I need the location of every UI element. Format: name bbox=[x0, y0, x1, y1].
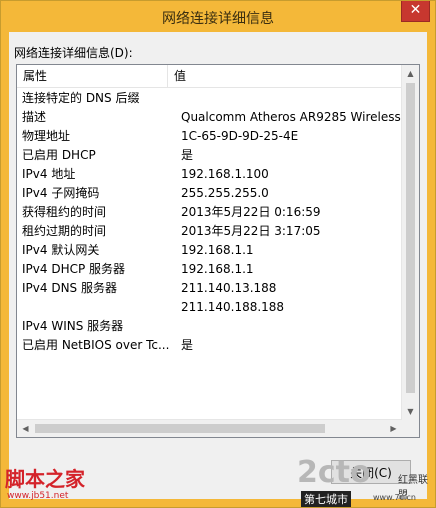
value-cell: 255.255.255.0 bbox=[181, 186, 269, 200]
list-item[interactable]: 描述 Qualcomm Atheros AR9285 Wireless Ne bbox=[17, 108, 411, 127]
list-item[interactable]: IPv4 DNS 服务器 211.140.13.188 bbox=[17, 279, 401, 298]
watermark-left: 脚本之家 bbox=[5, 467, 85, 491]
value-cell: 192.168.1.1 bbox=[181, 243, 254, 257]
list-item[interactable]: 获得租约的时间 2013年5月22日 0:16:59 bbox=[17, 203, 401, 222]
property-cell: IPv4 子网掩码 bbox=[22, 186, 100, 200]
property-cell: IPv4 DNS 服务器 bbox=[22, 281, 117, 295]
horizontal-scroll-thumb[interactable] bbox=[35, 424, 325, 433]
column-header-value[interactable]: 值 bbox=[168, 65, 401, 87]
horizontal-scrollbar[interactable]: ◀ ▶ bbox=[17, 419, 402, 437]
list-item[interactable]: IPv4 DHCP 服务器 192.168.1.1 bbox=[17, 260, 401, 279]
list-item[interactable]: IPv4 默认网关 192.168.1.1 bbox=[17, 241, 401, 260]
details-list[interactable]: 属性 值 连接特定的 DNS 后缀 描述 Qualcomm Atheros AR92… bbox=[16, 64, 420, 438]
property-cell: 租约过期的时间 bbox=[22, 224, 107, 238]
vertical-scroll-thumb[interactable] bbox=[406, 83, 415, 393]
list-item[interactable]: 已启用 NetBIOS over Tc... 是 bbox=[17, 336, 401, 355]
vertical-scrollbar[interactable]: ▲ ▼ bbox=[401, 65, 419, 420]
property-cell: 已启用 DHCP bbox=[22, 148, 96, 162]
details-label: 网络连接详细信息(D): bbox=[14, 46, 133, 60]
value-cell: 211.140.13.188 bbox=[181, 281, 277, 295]
list-item[interactable]: 租约过期的时间 2013年5月22日 3:17:05 bbox=[17, 222, 401, 241]
scroll-up-icon[interactable]: ▲ bbox=[402, 65, 419, 82]
list-item[interactable]: 连接特定的 DNS 后缀 bbox=[17, 89, 401, 108]
property-cell: 连接特定的 DNS 后缀 bbox=[22, 91, 140, 105]
value-cell: 是 bbox=[181, 148, 194, 162]
property-cell: 已启用 NetBIOS over Tc... bbox=[22, 338, 170, 352]
value-cell: 192.168.1.1 bbox=[181, 262, 254, 276]
value-cell: Qualcomm Atheros AR9285 Wireless Ne bbox=[181, 110, 411, 124]
property-cell: IPv4 地址 bbox=[22, 167, 76, 181]
watermark-right-sub: 第七城市 bbox=[301, 491, 351, 507]
value-cell: 2013年5月22日 3:17:05 bbox=[181, 224, 321, 238]
scroll-left-icon[interactable]: ◀ bbox=[17, 420, 34, 437]
property-cell: IPv4 DHCP 服务器 bbox=[22, 262, 126, 276]
property-cell: 描述 bbox=[22, 110, 47, 124]
property-cell: IPv4 默认网关 bbox=[22, 243, 100, 257]
watermark-right: 2cto bbox=[297, 455, 371, 490]
list-item[interactable]: IPv4 子网掩码 255.255.255.0 bbox=[17, 184, 401, 203]
value-cell: 1C-65-9D-9D-25-4E bbox=[181, 129, 299, 143]
dialog-window: 网络连接详细信息 ✕ 网络连接详细信息(D): 属性 值 连接特定的 DNS 后… bbox=[0, 0, 436, 508]
scrollbar-corner bbox=[402, 420, 419, 437]
value-cell: 2013年5月22日 0:16:59 bbox=[181, 205, 321, 219]
list-item[interactable]: 已启用 DHCP 是 bbox=[17, 146, 401, 165]
property-cell: 获得租约的时间 bbox=[22, 205, 107, 219]
list-header: 属性 值 bbox=[17, 65, 401, 88]
list-item[interactable]: 物理地址 1C-65-9D-9D-25-4E bbox=[17, 127, 401, 146]
dialog-body: 网络连接详细信息(D): 属性 值 连接特定的 DNS 后缀 描述 Qualcomm… bbox=[9, 32, 427, 499]
window-close-button[interactable]: ✕ bbox=[401, 1, 430, 22]
list-item[interactable]: IPv4 地址 192.168.1.100 bbox=[17, 165, 401, 184]
title-bar[interactable]: 网络连接详细信息 ✕ bbox=[1, 1, 435, 31]
list-item[interactable]: 211.140.188.188 bbox=[17, 298, 401, 317]
value-cell: 211.140.188.188 bbox=[181, 300, 285, 314]
property-cell: 物理地址 bbox=[22, 129, 71, 143]
list-rows: 连接特定的 DNS 后缀 描述 Qualcomm Atheros AR9285 Wi… bbox=[17, 89, 411, 355]
property-cell: IPv4 WINS 服务器 bbox=[22, 319, 124, 333]
list-item[interactable]: IPv4 WINS 服务器 bbox=[17, 317, 401, 336]
scroll-right-icon[interactable]: ▶ bbox=[385, 420, 402, 437]
column-header-property[interactable]: 属性 bbox=[17, 65, 168, 87]
watermark-corner-url: www.7c.cn bbox=[373, 493, 416, 502]
value-cell: 是 bbox=[181, 338, 194, 352]
window-title: 网络连接详细信息 bbox=[162, 11, 274, 27]
watermark-left-url: www.jb51.net bbox=[7, 491, 69, 501]
scroll-down-icon[interactable]: ▼ bbox=[402, 403, 419, 420]
value-cell: 192.168.1.100 bbox=[181, 167, 269, 181]
close-icon: ✕ bbox=[409, 2, 422, 18]
